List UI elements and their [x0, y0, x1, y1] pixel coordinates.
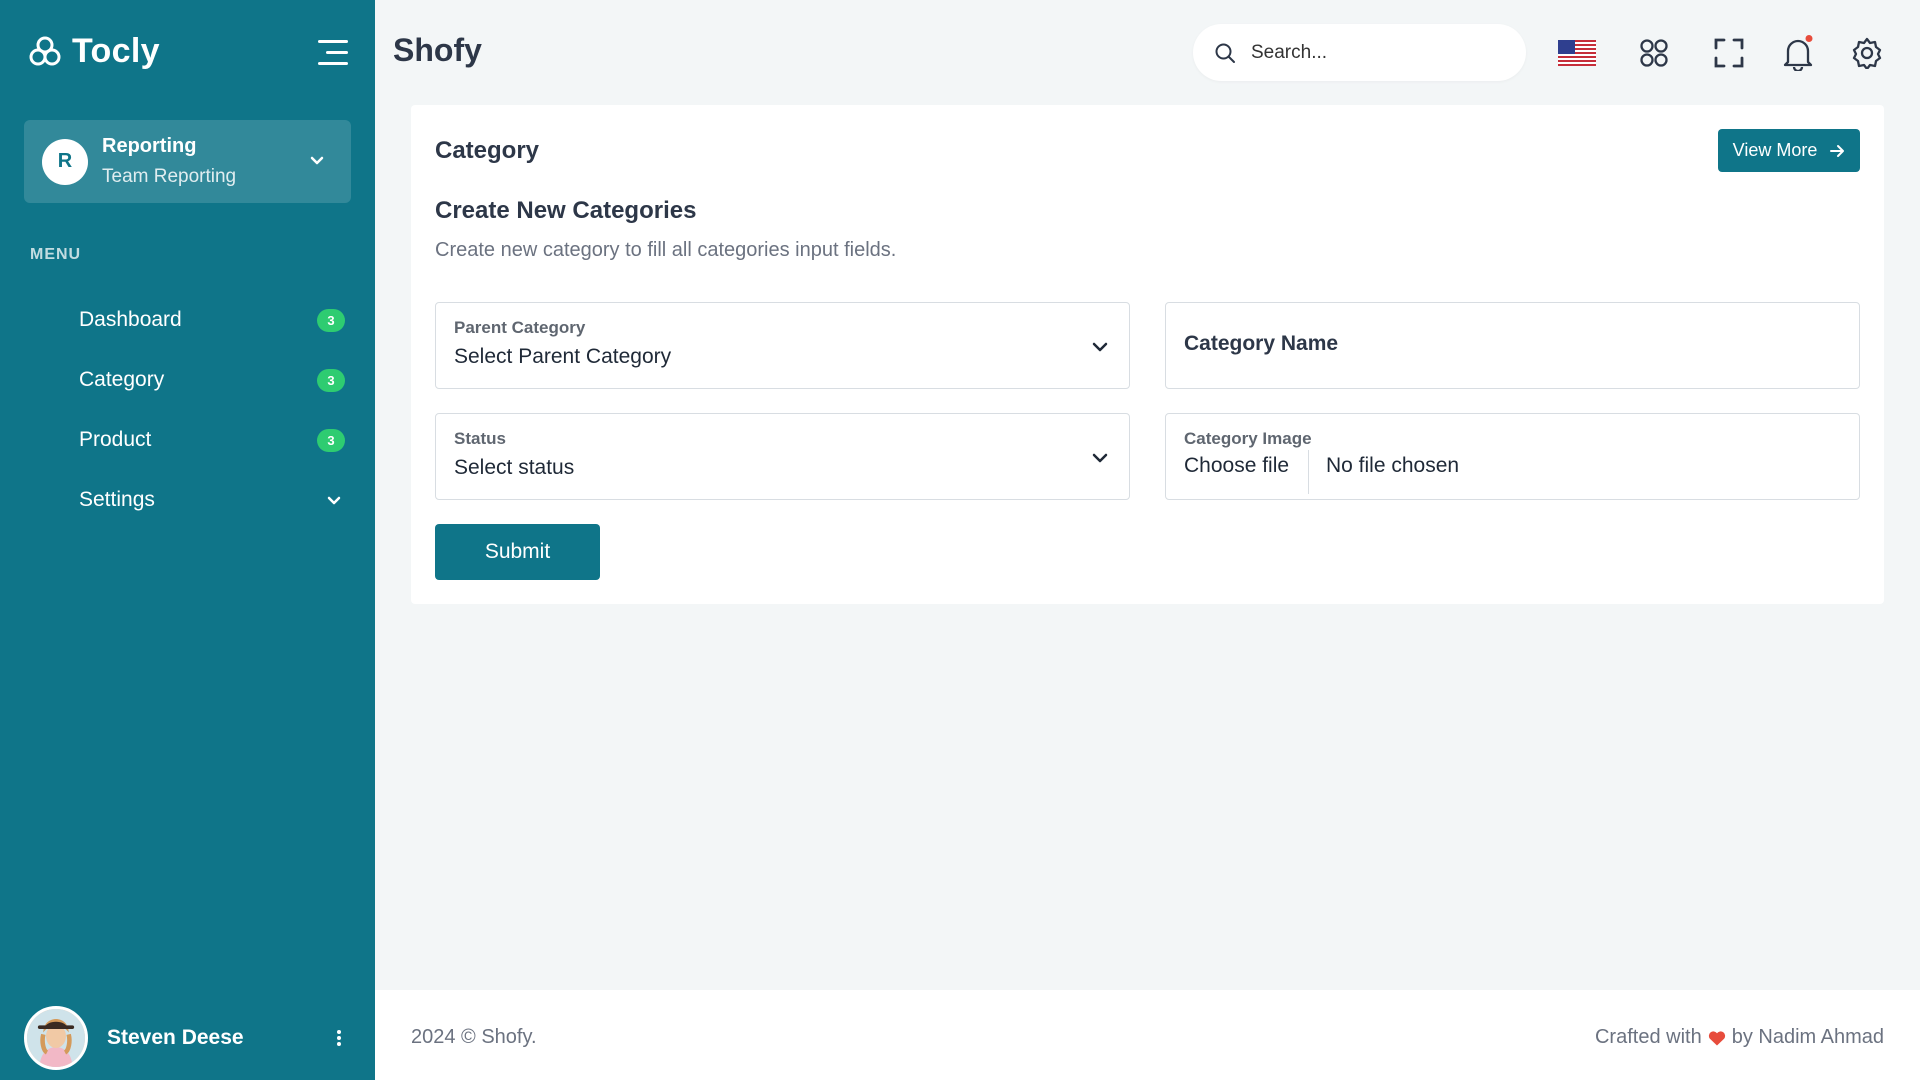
- brand[interactable]: Tocly: [28, 32, 160, 71]
- chevron-down-icon: [327, 496, 341, 505]
- view-more-button[interactable]: View More: [1718, 129, 1860, 172]
- user-name: Steven Deese: [107, 1026, 244, 1049]
- fullscreen-icon[interactable]: [1710, 34, 1748, 72]
- sidebar: Tocly R Reporting Team Reporting MENU Da…: [0, 0, 375, 1080]
- form-description: Create new category to fill all categori…: [435, 239, 897, 261]
- team-avatar: R: [42, 138, 88, 185]
- brand-logo-icon: [29, 36, 61, 65]
- count-badge: 3: [317, 368, 345, 392]
- avatar: [24, 1006, 88, 1070]
- view-more-label: View More: [1732, 140, 1818, 160]
- credits-suffix: by Nadim Ahmad: [1731, 1026, 1884, 1048]
- category-image-label: Category Image: [1184, 429, 1312, 448]
- status-label: Status: [454, 429, 506, 448]
- page-title: Shofy: [393, 32, 482, 68]
- more-options-icon[interactable]: [336, 1028, 342, 1048]
- notification-bell-icon[interactable]: [1779, 34, 1817, 72]
- footer: 2024 © Shofy. Crafted with by Nadim Ahma…: [375, 990, 1920, 1080]
- brand-name: Tocly: [72, 32, 160, 70]
- category-card: Category View More Create New Categories…: [411, 105, 1884, 604]
- chevron-down-icon: [1092, 342, 1108, 352]
- status-select[interactable]: Status Select status: [435, 413, 1130, 500]
- sidebar-item-label: Category: [79, 368, 165, 391]
- search-input[interactable]: [1251, 41, 1511, 64]
- team-subtitle: Team Reporting: [102, 166, 237, 187]
- chevron-down-icon: [310, 156, 324, 165]
- user-profile[interactable]: Steven Deese: [24, 1006, 244, 1070]
- menu-section-label: MENU: [30, 246, 82, 263]
- menu-toggle-icon[interactable]: [318, 40, 348, 66]
- search-bar: [1193, 24, 1526, 81]
- sidebar-nav: Dashboard 3 Category 3 Product 3 Setting…: [0, 290, 375, 530]
- arrow-right-icon: [1830, 144, 1845, 157]
- copyright-text: 2024 © Shofy.: [411, 1026, 537, 1048]
- file-status: No file chosen: [1326, 454, 1460, 477]
- category-name-label: Category Name: [1184, 332, 1339, 355]
- credits-prefix: Crafted with: [1594, 1026, 1702, 1048]
- file-divider: [1308, 450, 1309, 494]
- parent-category-label: Parent Category: [454, 318, 586, 337]
- sidebar-item-product[interactable]: Product 3: [0, 410, 375, 470]
- sidebar-item-settings[interactable]: Settings: [0, 470, 375, 530]
- sidebar-item-label: Product: [79, 428, 152, 451]
- status-value: Select status: [454, 456, 575, 479]
- sidebar-item-label: Settings: [79, 488, 155, 511]
- sidebar-item-category[interactable]: Category 3: [0, 350, 375, 410]
- category-image-field: Category Image Choose file No file chose…: [1165, 413, 1860, 500]
- submit-button[interactable]: Submit: [435, 524, 600, 580]
- us-flag-icon[interactable]: [1558, 34, 1596, 72]
- heart-icon: [1708, 1030, 1725, 1045]
- parent-category-value: Select Parent Category: [454, 345, 672, 368]
- sidebar-item-dashboard[interactable]: Dashboard 3: [0, 290, 375, 350]
- apps-grid-icon[interactable]: [1635, 34, 1673, 72]
- choose-file-button[interactable]: Choose file: [1184, 454, 1289, 478]
- search-icon: [1215, 43, 1235, 63]
- gear-icon[interactable]: [1848, 34, 1886, 72]
- sidebar-item-label: Dashboard: [79, 308, 182, 331]
- card-title: Category: [435, 137, 540, 164]
- count-badge: 3: [317, 428, 345, 452]
- form-title: Create New Categories: [435, 197, 697, 224]
- chevron-down-icon: [1092, 453, 1108, 463]
- team-switcher[interactable]: R Reporting Team Reporting: [24, 120, 351, 203]
- count-badge: 3: [317, 308, 345, 332]
- team-title: Reporting: [102, 135, 197, 157]
- credits: Crafted with by Nadim Ahmad: [1595, 1026, 1884, 1049]
- category-name-field[interactable]: Category Name: [1165, 302, 1860, 389]
- parent-category-select[interactable]: Parent Category Select Parent Category: [435, 302, 1130, 389]
